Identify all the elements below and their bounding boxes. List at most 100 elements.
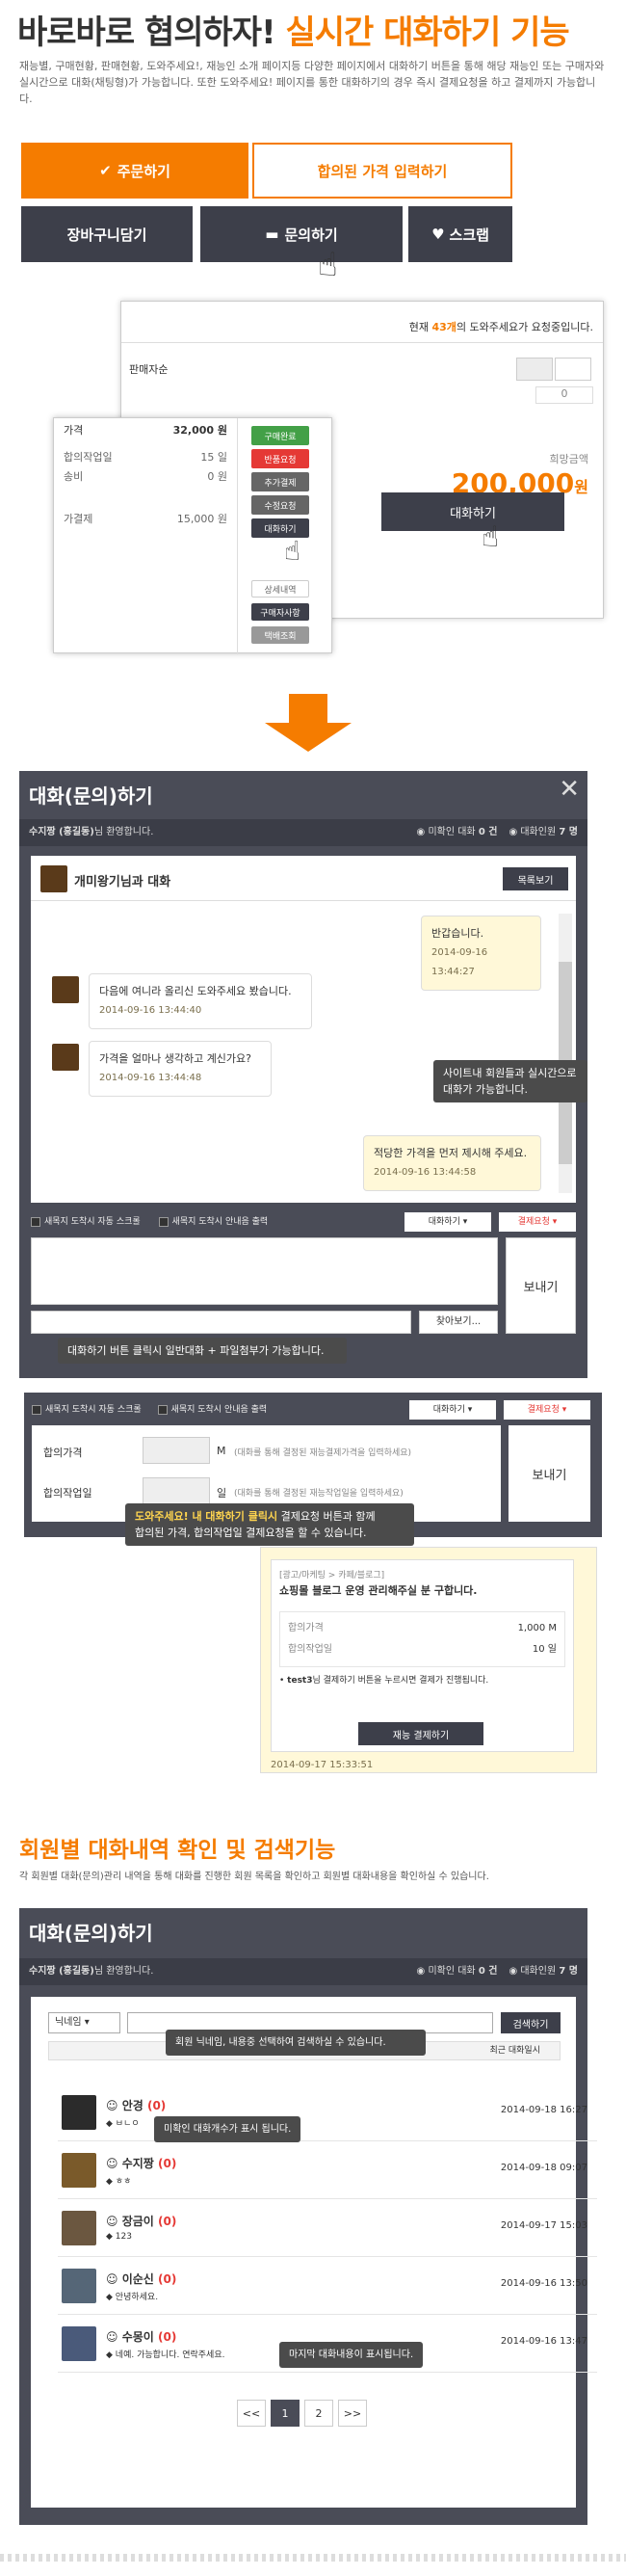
- chat-window-title: 대화(문의)하기: [29, 784, 153, 808]
- hope-label: 희망금액: [549, 453, 588, 465]
- page-last[interactable]: >>: [338, 2400, 367, 2427]
- partner-avatar: [52, 976, 79, 1003]
- pay-card: [광고/마케팅 > 카페/블로그] 쇼핑몰 블로그 운영 관리해주실 분 구합니…: [260, 1547, 597, 1773]
- search-select[interactable]: 닉네임 ▾: [48, 2012, 120, 2033]
- seller-sort[interactable]: 판매자순: [129, 361, 168, 377]
- grid-view-icon[interactable]: [555, 358, 591, 381]
- days-hint: (대화를 통해 결정된 재능작업일을 입력하세요): [234, 1489, 404, 1499]
- list-window: 대화(문의)하기 수지짱 (홍길동)님 환영합니다. ◉ 대화인원 7 명 ◉ …: [19, 1908, 597, 2525]
- tooltip-realtime: 사이트내 회원들과 실시간으로 대화가 가능합니다.: [433, 1060, 587, 1102]
- message-date: 2014-09-17 15:03: [500, 2220, 587, 2231]
- list-view-icon[interactable]: [516, 358, 553, 381]
- search-button[interactable]: 검색하기: [501, 2012, 561, 2033]
- send-button[interactable]: 보내기: [509, 1425, 590, 1522]
- payment-select[interactable]: 결제요청 ▾: [499, 1212, 576, 1232]
- partner-avatar: [52, 1044, 79, 1071]
- list-item[interactable]: ☺ 이순신 (0) ◆ 안녕하세요. 2014-09-16 13:50: [58, 2257, 597, 2315]
- days-input[interactable]: [143, 1477, 210, 1504]
- price-unit: M: [217, 1445, 226, 1457]
- notice-sound-checkbox[interactable]: 새목지 도착시 안내음 출력: [158, 1216, 268, 1227]
- order-button[interactable]: ✔ 주문하기: [21, 143, 248, 199]
- order-row: 가격 32,000 원: [64, 424, 227, 437]
- message-date: 2014-09-18 09:07: [500, 2163, 587, 2173]
- section2-title: 회원별 대화내역 확인 및 검색기능: [19, 1838, 336, 1863]
- order-label: 주문하기: [117, 162, 170, 180]
- list-item[interactable]: ☺ 안경 (0) ◆ ㅂㄴㅇ 2014-09-18 16:27: [58, 2084, 597, 2141]
- send-button[interactable]: 보내기: [506, 1237, 576, 1334]
- days-unit: 일: [217, 1487, 227, 1500]
- pay-card-details: 합의가격 1,000 M 합의작업일 10 일: [279, 1611, 565, 1667]
- message-input[interactable]: [31, 1237, 498, 1305]
- tag-buyer-info[interactable]: 구매자사항: [251, 603, 309, 621]
- last-message: ◆ 네예. 가능합니다. 연락주세요.: [106, 2350, 225, 2360]
- list-item[interactable]: ☺ 장금이 (0) ◆ 123 2014-09-17 15:03: [58, 2199, 597, 2257]
- chat-button[interactable]: 대화하기: [381, 492, 564, 531]
- page-first[interactable]: <<: [237, 2400, 266, 2427]
- check-icon: ✔: [99, 162, 112, 179]
- page-2[interactable]: 2: [304, 2400, 333, 2427]
- user-name: 수지짱 (홍길동): [29, 1966, 94, 1977]
- price-input[interactable]: [143, 1437, 210, 1464]
- scrap-button[interactable]: ♥ 스크랩: [408, 206, 512, 262]
- unread-count: ◉ 미확인 대화 0 건: [416, 827, 498, 837]
- talk-select[interactable]: 대화하기 ▾: [409, 1400, 496, 1420]
- request-status: 현재 43개의 도와주세요가 요청중입니다.: [408, 321, 593, 333]
- hand-cursor-icon: ☝: [284, 535, 301, 567]
- partner-avatar: [40, 865, 67, 892]
- intro-text: 재능별, 구매현황, 판매현황, 도와주세요!, 재능인 소개 페이지등 다양한…: [19, 60, 605, 105]
- last-message: ◆ ㅎㅎ: [106, 2177, 132, 2187]
- member-name: ☺ 장금이 (0): [106, 2215, 177, 2228]
- tag-purchase-done[interactable]: 구매완료: [251, 426, 309, 445]
- cart-button[interactable]: 장바구니담기: [21, 206, 193, 262]
- notice-sound-checkbox[interactable]: 새목지 도착시 안내음 출력: [157, 1404, 267, 1415]
- close-icon[interactable]: ✕: [559, 775, 580, 804]
- list-item[interactable]: ☺ 수지짱 (0) ◆ ㅎㅎ 2014-09-18 09:07: [58, 2141, 597, 2199]
- tooltip-count: 미확인 대화개수가 표시 됩니다.: [154, 2116, 301, 2142]
- member-name: ☺ 이순신 (0): [106, 2272, 177, 2286]
- message-bubble-mine: 적당한 가격을 먼저 제시해 주세요. 2014-09-16 13:44:58: [363, 1135, 541, 1191]
- unread-count: ◉ 미확인 대화 0 건: [416, 1966, 498, 1977]
- tag-delivery[interactable]: 택배조회: [251, 626, 309, 644]
- talk-select[interactable]: 대화하기 ▾: [404, 1212, 491, 1232]
- payment-select[interactable]: 결제요청 ▾: [504, 1400, 590, 1420]
- options-row: 새목지 도착시 자동 스크롤 새목지 도착시 안내음 출력: [31, 1212, 576, 1232]
- avatar: [62, 2326, 96, 2361]
- member-count: ◉ 대화인원 7 명: [509, 1966, 578, 1977]
- info-bar: 수지짱 (홍길동)님 환영합니다. ◉ 대화인원 7 명 ◉ 미확인 대화 0 …: [19, 1958, 587, 1985]
- bottom-divider: [0, 2554, 626, 2562]
- price-hint: (대화를 통해 결정된 재능결제가격을 입력하세요): [234, 1448, 412, 1458]
- chat-info-bar: 수지짱 (홍길동)님 환영합니다. ◉ 대화인원 7 명 ◉ 미확인 대화 0 …: [19, 819, 587, 846]
- tag-detail[interactable]: 상세내역: [251, 580, 309, 598]
- message-date: 2014-09-16 13:50: [500, 2278, 587, 2289]
- member-name: ☺ 수지짱 (0): [106, 2157, 177, 2170]
- pay-button[interactable]: 재능 결제하기: [358, 1722, 483, 1745]
- avatar: [62, 2153, 96, 2188]
- member-name: ☺ 수몽이 (0): [106, 2330, 177, 2344]
- pay-card-row: 합의가격 1,000 M: [288, 1623, 557, 1633]
- file-input[interactable]: [31, 1311, 411, 1334]
- list-button[interactable]: 목록보기: [503, 867, 568, 890]
- last-message: ◆ 123: [106, 2232, 132, 2242]
- heart-icon: ♥: [431, 226, 445, 243]
- tag-edit-request[interactable]: 수정요청: [251, 495, 309, 515]
- inquiry-button[interactable]: ▬ 문의하기: [200, 206, 403, 262]
- pay-card-date: 2014-09-17 15:33:51: [271, 1760, 374, 1770]
- partner-label: 개미왕기님과 대화: [74, 875, 171, 890]
- tooltip-attach: 대화하기 버튼 클릭시 일반대화 + 파일첨부가 가능합니다.: [58, 1338, 347, 1364]
- tag-return[interactable]: 반품요청: [251, 449, 309, 468]
- zero-box: 0: [535, 386, 593, 404]
- section2-desc: 각 회원별 대화(문의)관리 내역을 통해 대화를 진행한 회원 목록을 확인하…: [19, 1872, 489, 1882]
- price-label: 합의가격: [43, 1447, 83, 1459]
- tag-extra-pay[interactable]: 추가결제: [251, 472, 309, 491]
- enter-price-button[interactable]: 합의된 가격 입력하기: [252, 143, 512, 199]
- find-button[interactable]: 찾아보기...: [419, 1311, 498, 1334]
- scrollbar[interactable]: [559, 914, 572, 1193]
- page-1[interactable]: 1: [271, 2400, 300, 2427]
- message-date: 2014-09-18 16:27: [500, 2105, 587, 2115]
- auto-scroll-checkbox[interactable]: 새목지 도착시 자동 스크롤: [32, 1404, 142, 1415]
- avatar: [62, 2095, 96, 2130]
- pay-card-inner: [광고/마케팅 > 카페/블로그] 쇼핑몰 블로그 운영 관리해주실 분 구합니…: [271, 1559, 574, 1752]
- recent-date-header: 최근 대화일시: [489, 2046, 540, 2056]
- hand-cursor-icon: ☝: [482, 520, 500, 554]
- auto-scroll-checkbox[interactable]: 새목지 도착시 자동 스크롤: [31, 1216, 141, 1227]
